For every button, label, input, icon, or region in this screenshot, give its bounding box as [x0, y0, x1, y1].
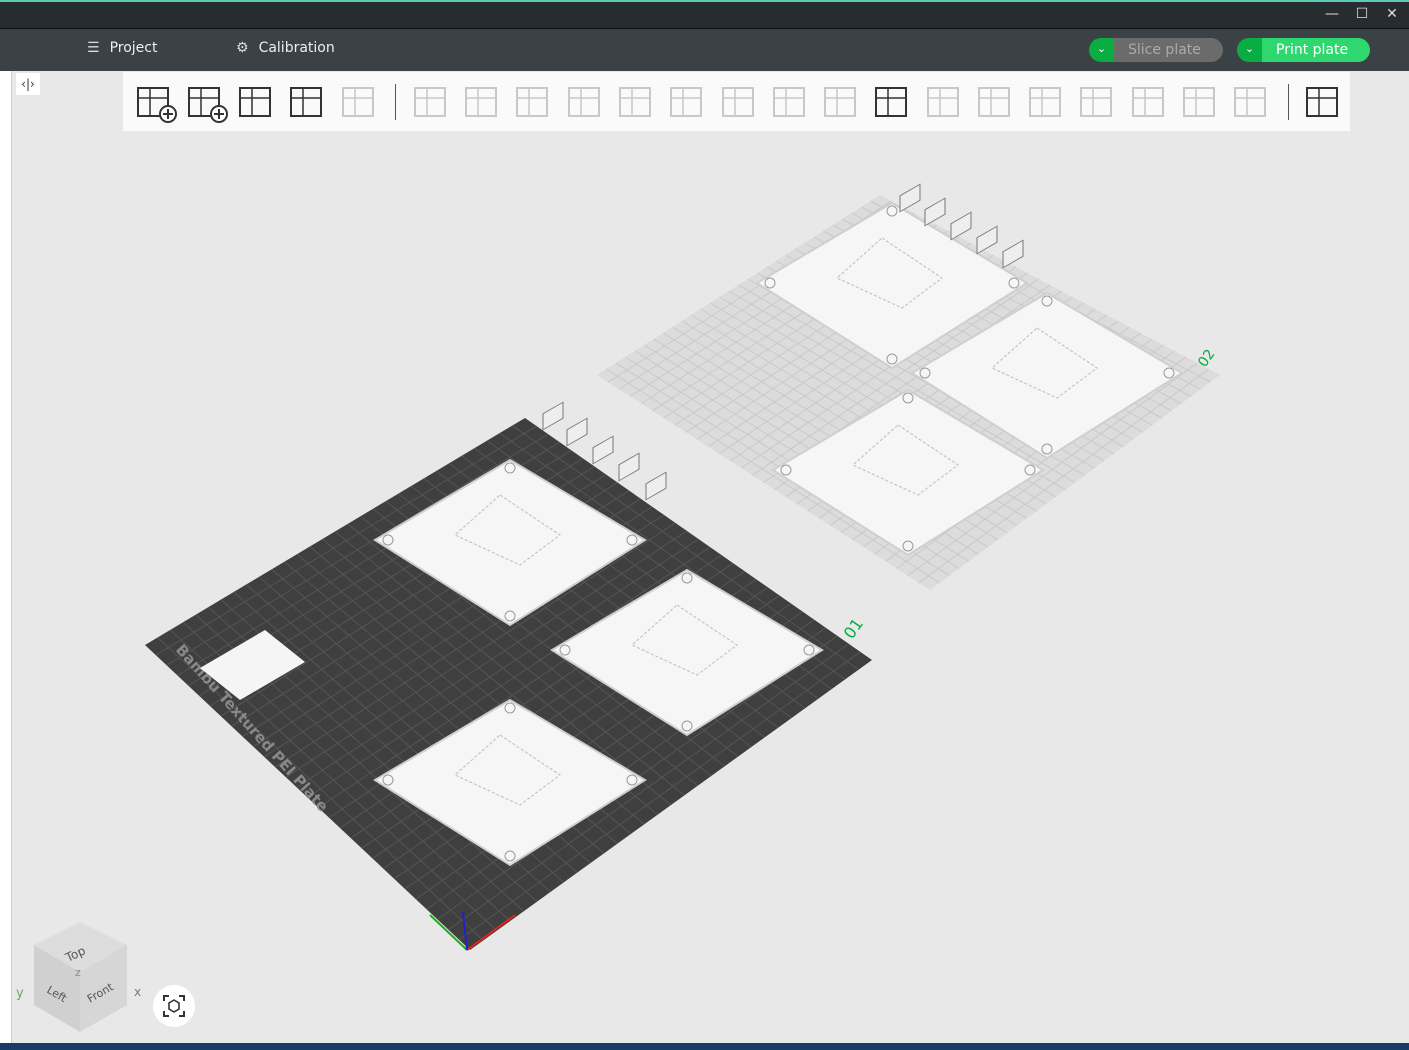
left-sidebar[interactable]	[0, 71, 12, 1046]
tab-label: Project	[110, 40, 158, 56]
tab-calibration[interactable]: ⚙ Calibration	[236, 40, 335, 56]
fit-view-button[interactable]	[153, 985, 195, 1027]
color-paint-icon	[819, 80, 865, 124]
plate-settings-icon	[1178, 80, 1224, 124]
gear-icon: ⚙	[236, 40, 249, 56]
plate-action-icon[interactable]	[951, 212, 971, 240]
tab-label: Calibration	[259, 40, 335, 56]
3d-viewport[interactable]: 0102Bambu Textured PEI PlateTopLeftFront…	[12, 131, 1409, 1043]
slice-plate-button[interactable]: ⌄Slice plate	[1089, 38, 1223, 62]
support-paint-button[interactable]	[765, 77, 816, 127]
plate-action-icon[interactable]	[619, 453, 639, 481]
lay-on-face-icon	[563, 80, 609, 124]
cube-fit-icon	[161, 993, 187, 1019]
move-icon	[409, 80, 455, 124]
cube-x-label: x	[134, 985, 141, 999]
plate-number: 01	[840, 615, 867, 643]
add-plate-button[interactable]	[180, 77, 231, 127]
assembly-icon	[717, 80, 763, 124]
plate-action-icon[interactable]	[543, 402, 563, 430]
split-icon	[614, 80, 660, 124]
measure-icon	[1229, 80, 1275, 124]
color-paint-button[interactable]	[816, 77, 867, 127]
sidebar-toggle-button[interactable]: ‹|›	[16, 73, 40, 95]
cube-z-label: z	[75, 966, 81, 979]
menu-bar: ☰Project ⚙Calibration ⌄Slice plate ⌄Prin…	[0, 29, 1409, 71]
rotate-button[interactable]	[458, 77, 509, 127]
toolbar-separator	[1288, 84, 1289, 120]
scale-icon	[511, 80, 557, 124]
arrange-button[interactable]	[283, 77, 334, 127]
assemble-view-icon	[1301, 80, 1347, 124]
fit-bbox-icon	[1024, 80, 1070, 124]
tab-project[interactable]: ☰ Project	[87, 40, 157, 56]
arrange-icon	[285, 80, 331, 124]
plate-action-icon[interactable]	[567, 418, 587, 446]
support-paint-icon	[768, 80, 814, 124]
fit-bbox-button[interactable]	[1021, 77, 1072, 127]
print-plate-label: Print plate	[1262, 38, 1370, 62]
chevron-down-icon[interactable]: ⌄	[1089, 38, 1114, 62]
plate-settings-button[interactable]	[1175, 77, 1226, 127]
toolbar	[123, 72, 1350, 131]
plate-action-icon[interactable]	[1003, 240, 1023, 268]
move-button[interactable]	[406, 77, 457, 127]
list-icon: ☰	[87, 40, 100, 56]
cube-y-label: y	[16, 986, 24, 1001]
lay-on-face-button[interactable]	[560, 77, 611, 127]
add-object-button[interactable]	[129, 77, 180, 127]
variable-layer-button[interactable]	[1073, 77, 1124, 127]
chevron-down-icon[interactable]: ⌄	[1237, 38, 1262, 62]
plate-action-icon[interactable]	[900, 184, 920, 212]
boolean-icon	[665, 80, 711, 124]
print-plate-button[interactable]: ⌄Print plate	[1237, 38, 1370, 62]
scale-button[interactable]	[509, 77, 560, 127]
add-plate-icon	[183, 80, 229, 124]
boolean-button[interactable]	[663, 77, 714, 127]
add-object-icon	[132, 80, 178, 124]
layers-icon	[337, 80, 383, 124]
object-list-icon	[1127, 80, 1173, 124]
plate-action-icon[interactable]	[925, 198, 945, 226]
auto-orient-icon	[234, 80, 280, 124]
cut-icon	[973, 80, 1019, 124]
minimize-button[interactable]: —	[1320, 6, 1344, 22]
split-button[interactable]	[611, 77, 662, 127]
cut-button[interactable]	[970, 77, 1021, 127]
layers-button[interactable]	[334, 77, 385, 127]
measure-button[interactable]	[1227, 77, 1278, 127]
text-icon	[870, 80, 916, 124]
auto-orient-button[interactable]	[232, 77, 283, 127]
object-list-button[interactable]	[1124, 77, 1175, 127]
assemble-view-button[interactable]	[1299, 77, 1350, 127]
variable-layer-icon	[1075, 80, 1121, 124]
toolbar-separator	[395, 84, 396, 120]
assembly-button[interactable]	[714, 77, 765, 127]
slice-plate-label: Slice plate	[1114, 38, 1223, 62]
seam-button[interactable]	[919, 77, 970, 127]
close-button[interactable]: ✕	[1380, 6, 1404, 22]
plate-action-icon[interactable]	[593, 436, 613, 464]
taskbar-strip	[0, 1043, 1409, 1050]
rotate-icon	[460, 80, 506, 124]
seam-icon	[922, 80, 968, 124]
maximize-button[interactable]: ☐	[1350, 6, 1374, 22]
plate-action-icon[interactable]	[977, 226, 997, 254]
plate-action-icon[interactable]	[646, 472, 666, 500]
text-button[interactable]	[868, 77, 919, 127]
title-bar: — ☐ ✕	[0, 0, 1409, 29]
